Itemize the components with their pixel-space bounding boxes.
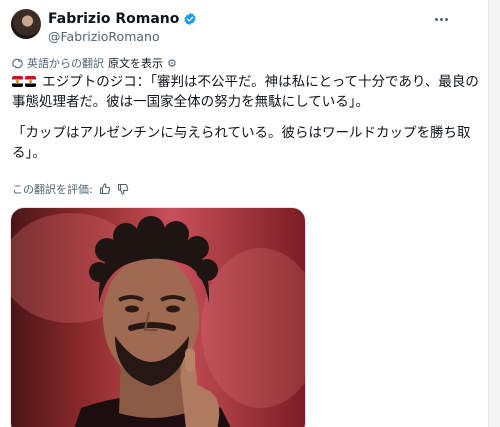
translation-bar: 英語からの翻訳 原文を表示 ⚙: [12, 55, 177, 71]
translation-note: 英語からの翻訳: [27, 57, 104, 70]
gear-icon[interactable]: ⚙: [167, 57, 177, 70]
thumb-up-icon[interactable]: [99, 183, 111, 195]
handle[interactable]: @FabrizioRomano: [48, 29, 160, 44]
player-photo-illustration: [11, 213, 305, 427]
verified-badge-icon: [184, 12, 196, 26]
more-icon[interactable]: [430, 8, 452, 30]
egypt-flag-icon: [12, 76, 23, 87]
rate-translation-row: この翻訳を評価:: [12, 181, 129, 197]
tweet-photo[interactable]: [10, 207, 306, 427]
avatar[interactable]: [11, 9, 41, 39]
thumb-down-icon[interactable]: [117, 183, 129, 195]
page-scrollbar[interactable]: [488, 0, 500, 427]
egypt-flag-icon: [25, 76, 36, 87]
tweet: Fabrizio Romano @FabrizioRomano 英語からの翻訳 …: [0, 0, 484, 427]
rate-translation-label: この翻訳を評価:: [12, 183, 93, 196]
author-row: Fabrizio Romano: [48, 11, 197, 27]
tweet-paragraph-1-text: エジプトのジコ：「審判は不公平だ。神は私にとって十分であり、最良の事態処理者だ。…: [12, 74, 479, 110]
translate-icon: [12, 58, 23, 68]
show-original-link[interactable]: 原文を表示: [108, 55, 163, 71]
tweet-text: エジプトのジコ：「審判は不公平だ。神は私にとって十分であり、最良の事態処理者だ。…: [12, 72, 482, 163]
tweet-paragraph-2: 「カップはアルゼンチンに与えられている。彼らはワールドカップを勝ち取る」。: [12, 125, 471, 161]
display-name[interactable]: Fabrizio Romano: [48, 11, 179, 27]
tweet-paragraph-1: エジプトのジコ：「審判は不公平だ。神は私にとって十分であり、最良の事態処理者だ。…: [12, 72, 482, 112]
